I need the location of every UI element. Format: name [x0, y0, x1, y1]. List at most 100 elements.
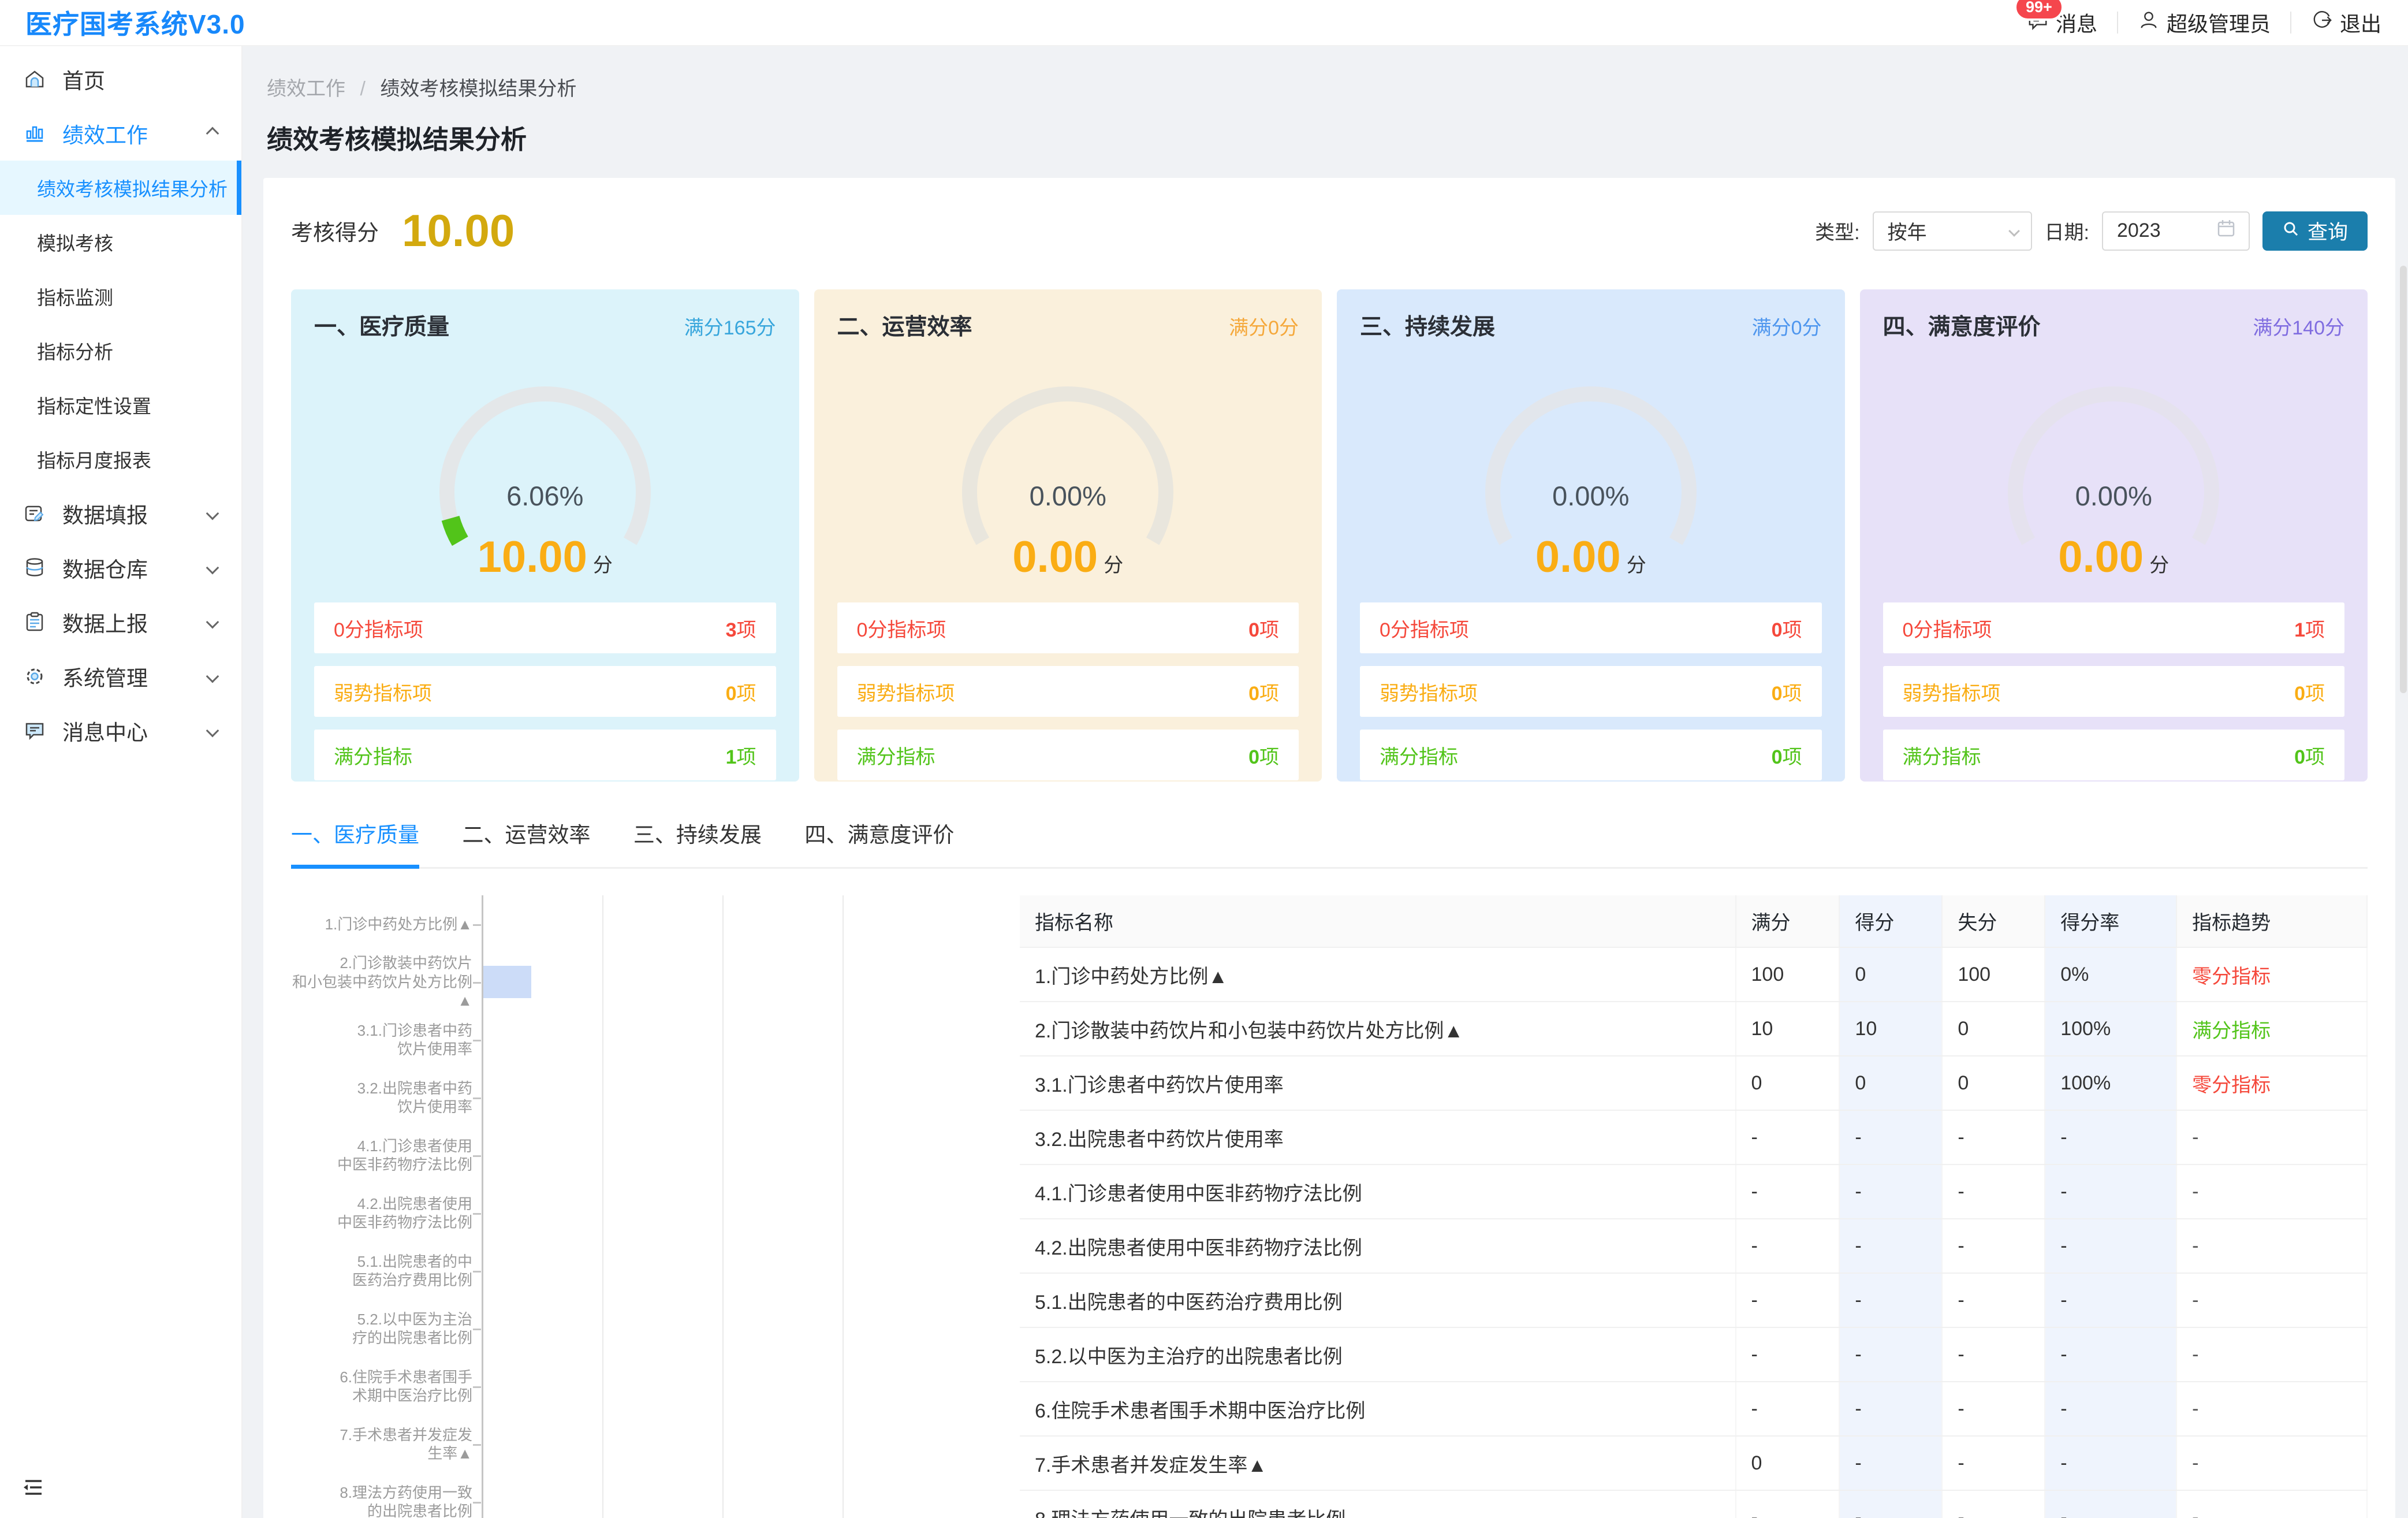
window-scrollbar	[2399, 92, 2408, 1518]
indicator-name-cell: 8.理法方药使用一致的出院患者比例	[1020, 1490, 1736, 1518]
chevron-down-icon	[206, 724, 219, 738]
date-input-value[interactable]	[2116, 219, 2216, 243]
chart-category-label: 7.手术患者并发症发 生率▲	[291, 1426, 482, 1463]
gauge-percent: 6.06%	[314, 480, 776, 512]
sidebar-item-label: 首页	[62, 64, 105, 95]
table-row: 5.1.出院患者的中医药治疗费用比例-----	[1020, 1273, 2367, 1327]
indicator-trend-cell: -	[2176, 1110, 2367, 1164]
tab-satisfaction-evaluation[interactable]: 四、满意度评价	[804, 817, 954, 865]
card-score: 0.00	[1012, 533, 1098, 582]
stat-value: 1项	[726, 741, 756, 769]
indicator-value-cell: -	[1839, 1327, 1942, 1382]
sidebar-item-monthly-report[interactable]: 指标月度报表	[0, 432, 241, 486]
indicator-value-cell: 100	[1942, 947, 2045, 1002]
indicator-name-cell: 3.2.出院患者中药饮片使用率	[1020, 1110, 1736, 1164]
full-score-indicators-row: 满分指标 0项	[1883, 730, 2345, 780]
tab-operation-efficiency[interactable]: 二、运营效率	[462, 817, 590, 865]
divider	[2117, 12, 2118, 34]
indicator-value-cell: -	[2045, 1436, 2176, 1490]
card-satisfaction-evaluation: 四、满意度评价 满分140分 0.00% 0.00分 0分指标项 1项 弱势	[1860, 289, 2368, 782]
chat-bubble-icon	[23, 719, 46, 742]
sidebar-item-message-center[interactable]: 消息中心	[0, 704, 241, 758]
scrollbar-thumb[interactable]	[2400, 266, 2407, 693]
card-max-score: 满分140分	[2253, 312, 2344, 340]
stat-value: 0项	[2294, 741, 2325, 769]
indicator-value-cell: 0	[1736, 1056, 1840, 1110]
table-row: 7.手术患者并发症发生率▲0----	[1020, 1436, 2367, 1490]
indicator-value-cell: -	[1736, 1382, 1840, 1436]
sidebar-item-label: 指标定性设置	[37, 391, 151, 419]
indicator-name-cell: 5.1.出院患者的中医药治疗费用比例	[1020, 1273, 1736, 1327]
chart-category-row: 3.1.门诊患者中药 饮片使用率	[291, 1011, 962, 1069]
sidebar-item-mock-exam[interactable]: 模拟考核	[0, 215, 241, 269]
indicator-name-cell: 2.门诊散装中药饮片和小包装中药饮片处方比例▲	[1020, 1002, 1736, 1056]
table-header-cell: 得分	[1839, 895, 1942, 947]
tab-sustainable-development[interactable]: 三、持续发展	[633, 817, 762, 865]
indicator-value-cell: 0	[1736, 1436, 1840, 1490]
tab-medical-quality[interactable]: 一、医疗质量	[291, 817, 419, 869]
category-tabs: 一、医疗质量 二、运营效率 三、持续发展 四、满意度评价	[291, 817, 2368, 869]
table-row: 8.理法方药使用一致的出院患者比例-----	[1020, 1490, 2367, 1518]
full-score-indicators-row: 满分指标 1项	[314, 730, 776, 780]
stat-label: 弱势指标项	[857, 678, 955, 706]
card-score: 0.00	[2058, 533, 2144, 582]
sidebar-item-indicator-monitor[interactable]: 指标监测	[0, 269, 241, 323]
chevron-down-icon	[206, 507, 219, 520]
indicator-value-cell: -	[2045, 1382, 2176, 1436]
indicator-value-cell: 0	[1839, 947, 1942, 1002]
sidebar-item-simulation-analysis[interactable]: 绩效考核模拟结果分析	[0, 161, 241, 215]
total-score-value: 10.00	[402, 204, 515, 257]
indicator-value-cell: -	[1839, 1219, 1942, 1273]
sidebar-item-home[interactable]: 首页	[0, 52, 241, 106]
category-cards: 一、医疗质量 满分165分 6.06% 10.00分 0分指标项 3项 弱势	[291, 289, 2368, 782]
gauge-arc	[1986, 356, 2241, 553]
indicator-name-cell: 3.1.门诊患者中药饮片使用率	[1020, 1056, 1736, 1110]
sidebar-item-data-entry[interactable]: 数据填报	[0, 486, 241, 541]
main-content: 绩效工作 / 绩效考核模拟结果分析 绩效考核模拟结果分析 考核得分 10.00 …	[243, 46, 2408, 1518]
zero-score-indicators-row: 0分指标项 0项	[837, 602, 1299, 653]
messages-button[interactable]: 99+ 消息	[2027, 8, 2097, 38]
type-label: 类型:	[1815, 217, 1859, 245]
indicator-value-cell: -	[1942, 1436, 2045, 1490]
sidebar-item-data-warehouse[interactable]: 数据仓库	[0, 541, 241, 595]
date-input[interactable]	[2102, 211, 2250, 251]
indicator-trend-cell: 零分指标	[2176, 947, 2367, 1002]
table-row: 3.2.出院患者中药饮片使用率-----	[1020, 1110, 2367, 1164]
indicator-value-cell: 0	[1942, 1002, 2045, 1056]
type-select-value[interactable]	[1887, 219, 2010, 243]
sidebar-item-indicator-analysis[interactable]: 指标分析	[0, 323, 241, 378]
table-row: 2.门诊散装中药饮片和小包装中药饮片处方比例▲10100100%满分指标	[1020, 1002, 2367, 1056]
gauge: 0.00% 0.00分	[1883, 341, 2345, 590]
full-score-indicators-row: 满分指标 0项	[1360, 730, 1822, 780]
card-title: 四、满意度评价	[1883, 309, 2041, 341]
sidebar-item-data-report[interactable]: 数据上报	[0, 595, 241, 649]
breadcrumb-parent[interactable]: 绩效工作	[267, 78, 345, 100]
stat-label: 弱势指标项	[334, 678, 432, 706]
indicator-value-cell: -	[1942, 1273, 2045, 1327]
card-max-score: 满分165分	[684, 312, 776, 340]
sidebar: 首页 绩效工作 绩效考核模拟结果分析 模拟考核 指标监测 指标分析 指标定性设置…	[0, 46, 243, 1518]
indicator-value-cell: -	[1839, 1382, 1942, 1436]
indicator-value-cell: 10	[1736, 1002, 1840, 1056]
query-button[interactable]: 查询	[2262, 211, 2368, 251]
logout-button[interactable]: 退出	[2311, 8, 2381, 38]
sidebar-item-performance[interactable]: 绩效工作	[0, 106, 241, 161]
sidebar-item-label: 指标月度报表	[37, 445, 151, 473]
indicator-value-cell: -	[1942, 1110, 2045, 1164]
weak-indicators-row: 弱势指标项 0项	[1360, 666, 1822, 717]
indicator-name-cell: 4.2.出院患者使用中医非药物疗法比例	[1020, 1219, 1736, 1273]
gauge: 6.06% 10.00分	[314, 341, 776, 590]
gauge-percent: 0.00%	[837, 480, 1299, 512]
total-score-label: 考核得分	[291, 215, 379, 247]
user-menu[interactable]: 超级管理员	[2138, 8, 2271, 38]
type-select[interactable]	[1873, 211, 2032, 251]
app-title: 医疗国考系统V3.0	[0, 3, 245, 42]
stat-label: 弱势指标项	[1903, 678, 2001, 706]
chart-category-row: 6.住院手术患者围手 术期中医治疗比例	[291, 1357, 962, 1415]
sidebar-item-system-management[interactable]: 系统管理	[0, 649, 241, 704]
indicator-value-cell: -	[2045, 1110, 2176, 1164]
sidebar-item-indicator-setting[interactable]: 指标定性设置	[0, 378, 241, 432]
sidebar-collapse-button[interactable]	[21, 1475, 46, 1503]
indicator-value-cell: -	[2045, 1164, 2176, 1219]
indicator-value-cell: 0	[1839, 1056, 1942, 1110]
